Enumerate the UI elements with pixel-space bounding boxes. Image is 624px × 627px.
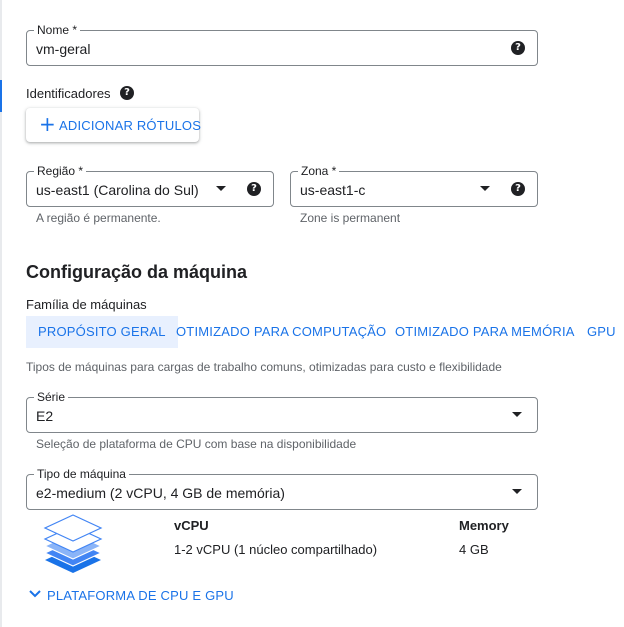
tab-memory-optimized[interactable]: OTIMIZADO PARA MEMÓRIA (395, 316, 575, 348)
series-field-label: Série (34, 389, 69, 405)
add-labels-button[interactable]: + ADICIONAR RÓTULOS (26, 108, 202, 142)
zone-field-label: Zona * (298, 163, 340, 179)
caret-down-icon (512, 489, 522, 494)
section-indicator (0, 80, 2, 112)
name-field-value[interactable]: vm-geral (36, 40, 90, 58)
tab-general-purpose[interactable]: PROPÓSITO GERAL (26, 316, 178, 348)
region-select[interactable]: Região * us-east1 (Carolina do Sul) ? (26, 163, 274, 207)
region-hint: A região é permanente. (36, 211, 161, 225)
memory-value: 4 GB (459, 542, 489, 557)
chevron-down-icon (29, 590, 41, 598)
machine-family-label: Família de máquinas (26, 297, 147, 312)
zone-hint: Zone is permanent (300, 211, 401, 225)
help-icon[interactable]: ? (120, 86, 134, 100)
name-field-label: Nome * (34, 22, 81, 38)
machine-type-field-label: Tipo de máquina (34, 466, 129, 482)
region-field-value: us-east1 (Carolina do Sul) (36, 182, 199, 198)
help-icon[interactable]: ? (511, 182, 525, 196)
tab-gpu[interactable]: GPU (587, 316, 616, 348)
series-select[interactable]: Série E2 (26, 389, 538, 433)
add-labels-button-label: ADICIONAR RÓTULOS (59, 118, 202, 133)
caret-down-icon (512, 412, 522, 417)
region-field-label: Região * (34, 163, 87, 179)
caret-down-icon (480, 186, 490, 191)
zone-field-value: us-east1-c (300, 182, 366, 198)
tab-description: Tipos de máquinas para cargas de trabalh… (26, 360, 502, 374)
vcpu-header: vCPU (174, 518, 209, 533)
memory-header: Memory (459, 518, 509, 533)
series-field-value: E2 (36, 408, 54, 424)
cpu-gpu-platform-label: PLATAFORMA DE CPU E GPU (47, 588, 234, 603)
stacked-layers-icon (43, 514, 103, 573)
help-icon[interactable]: ? (511, 41, 525, 55)
plus-icon: + (39, 112, 56, 136)
tab-compute-optimized[interactable]: OTIMIZADO PARA COMPUTAÇÃO (176, 316, 386, 348)
series-hint: Seleção de plataforma de CPU com base na… (36, 437, 357, 451)
machine-config-heading: Configuração da máquina (26, 262, 248, 282)
zone-select[interactable]: Zona * us-east1-c ? (290, 163, 538, 207)
identifiers-label: Identificadores (26, 86, 111, 101)
machine-type-field-value: e2-medium (2 vCPU, 4 GB de memória) (36, 485, 285, 501)
machine-type-select[interactable]: Tipo de máquina e2-medium (2 vCPU, 4 GB … (26, 466, 538, 510)
name-field[interactable]: Nome * vm-geral ? (26, 22, 538, 66)
vcpu-value: 1-2 vCPU (1 núcleo compartilhado) (174, 542, 378, 557)
caret-down-icon (216, 186, 226, 191)
help-icon[interactable]: ? (247, 182, 261, 196)
